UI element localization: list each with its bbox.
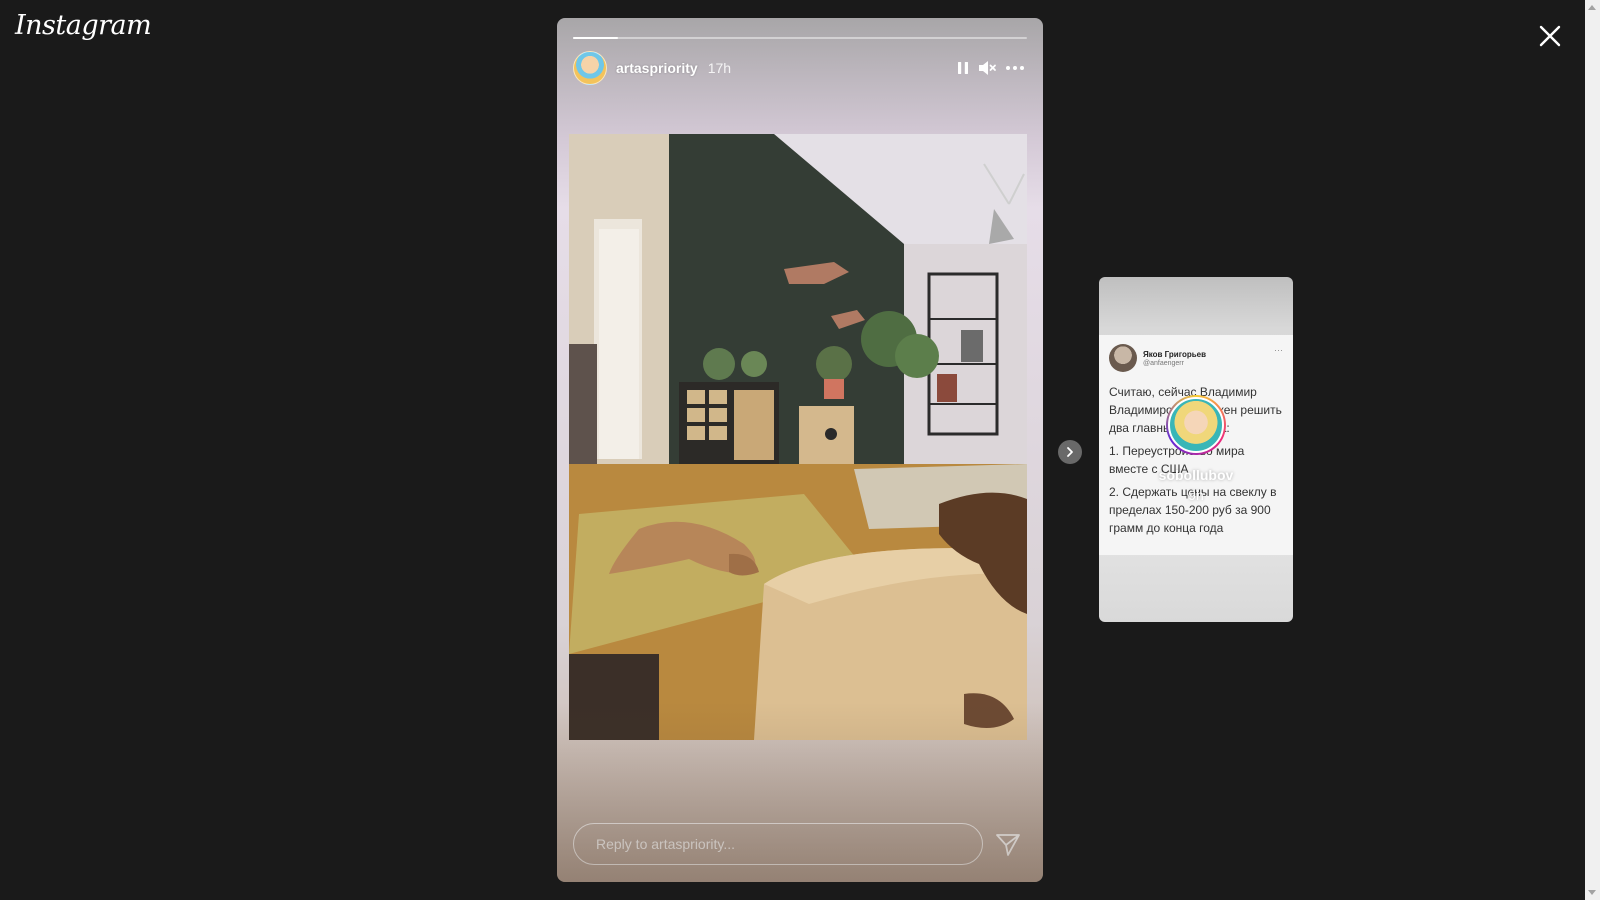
send-icon bbox=[996, 834, 1020, 856]
reply-input[interactable] bbox=[594, 835, 982, 853]
story-progress-bar bbox=[573, 37, 1027, 39]
next-story-username: sobollubov bbox=[1158, 467, 1234, 483]
story-viewer[interactable]: artaspriority 17h bbox=[557, 18, 1043, 882]
tweet-author-handle: @anfaengerr bbox=[1143, 359, 1184, 367]
tweet-avatar bbox=[1109, 344, 1137, 372]
living-room-photo bbox=[569, 134, 1027, 740]
page-scrollbar[interactable] bbox=[1585, 0, 1600, 900]
scroll-down-icon[interactable] bbox=[1588, 890, 1596, 895]
send-button[interactable] bbox=[994, 831, 1022, 859]
scroll-up-icon[interactable] bbox=[1588, 5, 1596, 10]
story-username[interactable]: artaspriority bbox=[616, 60, 698, 76]
story-timestamp: 17h bbox=[707, 60, 732, 76]
pause-button[interactable] bbox=[951, 56, 975, 80]
reply-field[interactable] bbox=[573, 823, 983, 865]
mute-button[interactable] bbox=[975, 56, 999, 80]
story-photo bbox=[569, 134, 1027, 740]
close-button[interactable] bbox=[1536, 22, 1564, 50]
pause-icon bbox=[958, 62, 968, 74]
more-options-button[interactable] bbox=[1003, 56, 1027, 80]
tweet-more-icon: ··· bbox=[1274, 345, 1283, 355]
tweet-author: Яков Григорьев @anfaengerr bbox=[1109, 344, 1206, 372]
tweet-author-name: Яков Григорьев bbox=[1143, 349, 1206, 359]
next-story-timestamp: 9h bbox=[1188, 487, 1204, 503]
story-progress-fill bbox=[573, 37, 619, 39]
chevron-right-icon bbox=[1067, 447, 1073, 457]
instagram-logo[interactable]: Instagram bbox=[15, 10, 152, 41]
avatar[interactable] bbox=[573, 51, 607, 85]
next-story-avatar bbox=[1166, 395, 1226, 455]
story-header: artaspriority 17h bbox=[573, 51, 1027, 85]
next-story-preview[interactable]: Яков Григорьев @anfaengerr ··· Считаю, с… bbox=[1099, 277, 1293, 622]
next-story-button[interactable] bbox=[1058, 440, 1082, 464]
muted-speaker-icon bbox=[979, 61, 996, 75]
more-horizontal-icon bbox=[1006, 66, 1024, 70]
close-icon bbox=[1539, 25, 1561, 47]
